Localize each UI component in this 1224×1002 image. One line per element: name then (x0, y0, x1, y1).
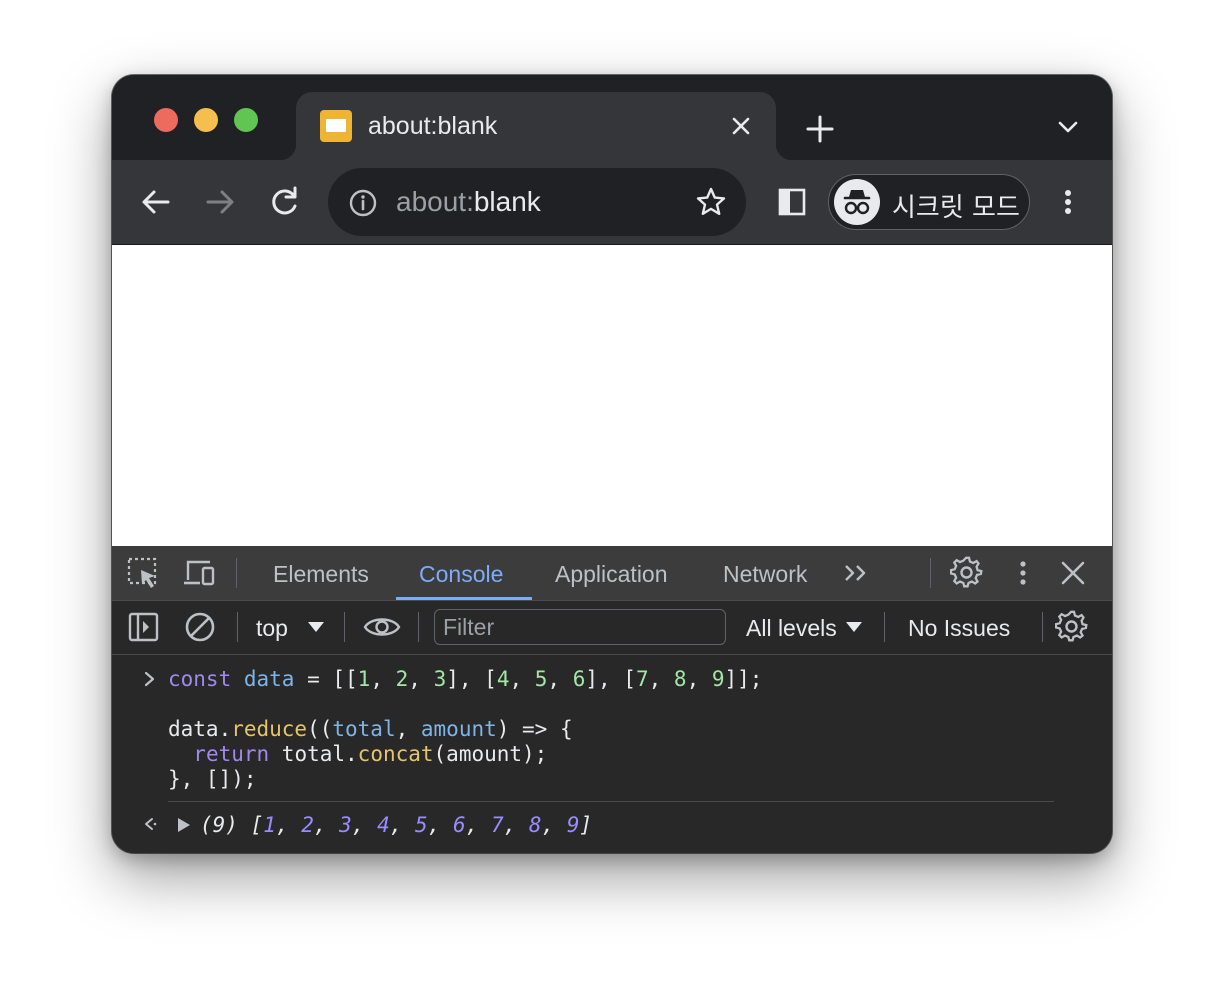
divider (418, 612, 419, 642)
browser-toolbar: about:blank 시크릿 모드 (112, 160, 1112, 245)
tab-console[interactable]: Console (419, 561, 503, 588)
new-tab-icon[interactable] (800, 109, 840, 149)
expand-array-toggle[interactable] (178, 818, 190, 832)
array-item: 5 (415, 813, 428, 837)
incognito-label: 시크릿 모드 (892, 193, 1020, 223)
dropdown-arrow-icon[interactable] (308, 622, 324, 632)
array-item: 6 (453, 813, 466, 837)
divider (930, 558, 931, 588)
clear-console-icon[interactable] (183, 610, 217, 644)
info-icon[interactable] (348, 188, 378, 218)
code-line-1: const data = [[1, 2, 3], [4, 5, 6], [7, … (168, 667, 763, 691)
console-result[interactable]: (9) [1, 2, 3, 4, 5, 6, 7, 8, 9] (200, 813, 592, 837)
array-item: 9 (566, 813, 580, 837)
inspect-element-icon[interactable] (126, 556, 160, 590)
array-item: 7 (490, 813, 504, 837)
devtools-menu-icon[interactable] (1006, 556, 1040, 590)
more-tabs-icon[interactable] (842, 558, 872, 588)
incognito-icon (834, 179, 880, 225)
code-line-5: }, []); (168, 767, 257, 791)
minimize-window-button[interactable] (194, 108, 218, 132)
browser-window: about:blank about:blank 시크릿 모드 Elements … (112, 75, 1112, 853)
divider (237, 612, 238, 642)
console-settings-gear-icon[interactable] (1055, 610, 1089, 644)
array-length: (9) (200, 813, 238, 837)
console-toolbar: top All levels No Issues (112, 601, 1112, 655)
forward-icon[interactable] (200, 182, 240, 222)
array-item: 3 (339, 813, 352, 837)
more-menu-icon[interactable] (1052, 182, 1084, 222)
devtools-tab-bar: Elements Console Application Network (112, 546, 1112, 601)
code-line-3: data.reduce((total, amount) => { (168, 717, 573, 741)
divider (1042, 612, 1043, 642)
blank-page-icon (320, 110, 352, 142)
array-item: 2 (301, 813, 314, 837)
close-window-button[interactable] (154, 108, 178, 132)
dropdown-arrow-icon[interactable] (846, 622, 862, 632)
log-levels-dropdown[interactable]: All levels (746, 615, 837, 642)
tab-strip: about:blank (112, 75, 1112, 160)
back-icon[interactable] (136, 182, 176, 222)
result-return-icon (145, 818, 157, 830)
devtools-panel: Elements Console Application Network top… (112, 546, 1112, 853)
tab-network[interactable]: Network (723, 561, 807, 588)
side-panel-icon[interactable] (772, 182, 812, 222)
issues-counter[interactable]: No Issues (908, 615, 1010, 642)
close-tab-icon[interactable] (726, 111, 756, 141)
array-item: 4 (377, 813, 390, 837)
code-line-4: return total.concat(amount); (193, 742, 548, 766)
tab-about-blank[interactable]: about:blank (280, 92, 792, 160)
page-viewport[interactable] (112, 245, 1112, 546)
url-text[interactable]: about:blank (396, 186, 541, 218)
context-selector[interactable]: top (256, 615, 288, 642)
tab-title: about:blank (368, 112, 498, 140)
incognito-profile-button[interactable]: 시크릿 모드 (828, 174, 1030, 230)
array-item: 8 (528, 813, 542, 837)
zoom-window-button[interactable] (234, 108, 258, 132)
url-scheme: about: (396, 186, 474, 217)
divider (236, 558, 237, 588)
address-bar[interactable]: about:blank (328, 168, 746, 236)
reload-icon[interactable] (264, 182, 304, 222)
console-input-code[interactable]: const data = [[1, 2, 3], [4, 5, 6], [7, … (168, 667, 762, 792)
array-item: 1 (263, 813, 276, 837)
live-expression-eye-icon[interactable] (363, 610, 401, 644)
console-sidebar-icon[interactable] (127, 610, 161, 644)
device-toolbar-icon[interactable] (182, 556, 216, 590)
prompt-chevron-icon (144, 671, 155, 687)
close-devtools-icon[interactable] (1056, 556, 1090, 590)
filter-input[interactable] (434, 609, 726, 645)
divider (884, 612, 885, 642)
active-tab-indicator (396, 597, 532, 600)
tab-application[interactable]: Application (555, 561, 668, 588)
chevron-down-icon[interactable] (1052, 111, 1084, 143)
tab-elements[interactable]: Elements (273, 561, 369, 588)
bookmark-star-icon[interactable] (694, 185, 728, 219)
entry-divider (168, 801, 1054, 802)
console-output[interactable]: const data = [[1, 2, 3], [4, 5, 6], [7, … (112, 655, 1112, 853)
divider (344, 612, 345, 642)
url-path: blank (473, 186, 541, 217)
settings-gear-icon[interactable] (950, 556, 984, 590)
